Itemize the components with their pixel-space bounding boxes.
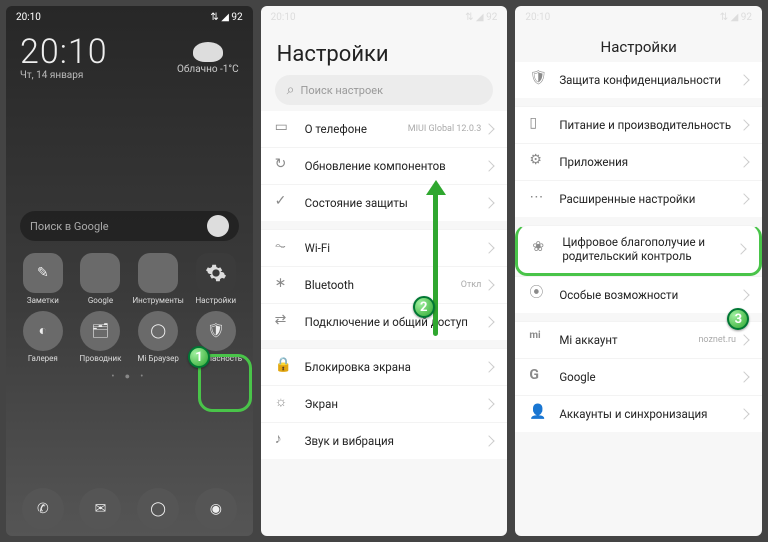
chevron-right-icon xyxy=(484,435,495,446)
chevron-right-icon xyxy=(484,279,495,290)
accessibility-icon: ⦿ xyxy=(529,286,547,304)
search-placeholder: Поиск настроек xyxy=(301,84,384,97)
status-time: 20:10 xyxy=(271,12,296,23)
row-google[interactable]: GGoogle xyxy=(515,358,762,395)
app-gallery[interactable]: ◐Галерея xyxy=(14,311,72,363)
row-accounts-sync[interactable]: 👤Аккаунты и синхронизация xyxy=(515,395,762,432)
wifi-icon: ⏦ xyxy=(275,239,293,257)
chevron-right-icon xyxy=(738,289,749,300)
status-icons: ⇅ ◢ 92 xyxy=(465,12,497,23)
app-grid: ✎Заметки Google Инструменты Настройки ◐Г… xyxy=(6,241,253,367)
user-icon: 👤 xyxy=(529,405,547,423)
sync-icon: ↻ xyxy=(275,157,293,175)
chevron-right-icon xyxy=(735,244,746,255)
app-notes[interactable]: ✎Заметки xyxy=(14,253,72,305)
wellbeing-icon: ❀ xyxy=(532,240,550,258)
row-wifi[interactable]: ⏦Wi-Fi xyxy=(261,229,508,266)
battery-icon: ▯ xyxy=(529,116,547,134)
chevron-right-icon xyxy=(484,242,495,253)
mi-icon: mi xyxy=(529,331,547,349)
app-file-manager[interactable]: 🗂Проводник xyxy=(72,311,130,363)
status-icons: ⇅ ◢ 92 xyxy=(210,12,242,23)
search-icon: ⌕ xyxy=(287,83,295,97)
statusbar: 20:10 ⇅ ◢ 92 xyxy=(515,6,762,28)
dock-browser[interactable]: ◯ xyxy=(137,488,179,530)
row-accessibility[interactable]: ⦿Особые возможности xyxy=(515,276,762,313)
settings-search[interactable]: ⌕ Поиск настроек xyxy=(275,75,494,105)
settings-list: ▭О телефонеMIUI Global 12.0.3 ↻Обновлени… xyxy=(261,111,508,536)
page-title: Настройки xyxy=(261,28,508,75)
dock-messages[interactable]: ✉ xyxy=(79,488,121,530)
step-badge-2: 2 xyxy=(413,296,435,318)
chevron-right-icon xyxy=(484,123,495,134)
speaker-icon: ♪ xyxy=(275,432,293,450)
mic-icon[interactable] xyxy=(207,215,229,237)
lock-icon: 🔒 xyxy=(275,358,293,376)
shield-icon: 🛡 xyxy=(529,71,547,89)
app-tools-folder[interactable]: Инструменты xyxy=(129,253,187,305)
share-icon: ⇄ xyxy=(275,313,293,331)
apps-icon: ⚙ xyxy=(529,153,547,171)
page-title: Настройки xyxy=(515,28,762,62)
statusbar: 20:10 ⇅ ◢ 92 xyxy=(6,6,253,28)
row-lock-screen[interactable]: 🔒Блокировка экрана xyxy=(261,348,508,385)
row-digital-wellbeing[interactable]: ❀Цифровое благополучие и родительский ко… xyxy=(515,225,762,276)
chevron-right-icon xyxy=(484,398,495,409)
google-search-bar[interactable]: Поиск в Google xyxy=(20,211,239,241)
settings-list: 🛡Защита конфиденциальности ▯Питание и пр… xyxy=(515,62,762,536)
chevron-right-icon xyxy=(484,316,495,327)
row-display[interactable]: ☼Экран xyxy=(261,385,508,422)
gear-icon xyxy=(196,253,236,293)
sun-icon: ☼ xyxy=(275,395,293,413)
chevron-right-icon xyxy=(738,408,749,419)
dock: ✆ ✉ ◯ ◉ xyxy=(6,488,253,530)
app-mi-browser[interactable]: ◯Mi Браузер xyxy=(129,311,187,363)
row-apps[interactable]: ⚙Приложения xyxy=(515,143,762,180)
cloud-icon xyxy=(193,42,223,62)
row-battery[interactable]: ▯Питание и производительность xyxy=(515,106,762,143)
row-mi-account[interactable]: miMi аккаунтnoznet.ru xyxy=(515,321,762,358)
row-about-phone[interactable]: ▭О телефонеMIUI Global 12.0.3 xyxy=(261,111,508,147)
chevron-right-icon xyxy=(484,361,495,372)
row-connection-sharing[interactable]: ⇄Подключение и общий доступ xyxy=(261,303,508,340)
row-additional-settings[interactable]: ⋯Расширенные настройки xyxy=(515,180,762,217)
app-google-folder[interactable]: Google xyxy=(72,253,130,305)
chevron-right-icon xyxy=(738,371,749,382)
phone-icon: ▭ xyxy=(275,120,293,138)
chevron-right-icon xyxy=(484,160,495,171)
status-time: 20:10 xyxy=(525,12,550,23)
chevron-right-icon xyxy=(738,334,749,345)
panel-settings-scrolled: 20:10 ⇅ ◢ 92 Настройки 🛡Защита конфиденц… xyxy=(515,6,762,536)
dock-phone[interactable]: ✆ xyxy=(22,488,64,530)
dock-camera[interactable]: ◉ xyxy=(195,488,237,530)
shield-icon: ✓ xyxy=(275,194,293,212)
panel-settings-top: 20:10 ⇅ ◢ 92 Настройки ⌕ Поиск настроек … xyxy=(261,6,508,536)
chevron-right-icon xyxy=(738,156,749,167)
row-bluetooth[interactable]: ∗BluetoothОткл xyxy=(261,266,508,303)
chevron-right-icon xyxy=(738,193,749,204)
google-icon: G xyxy=(529,368,547,386)
search-placeholder: Поиск в Google xyxy=(30,220,109,233)
status-icons: ⇅ ◢ 92 xyxy=(720,12,752,23)
statusbar: 20:10 ⇅ ◢ 92 xyxy=(261,6,508,28)
bluetooth-icon: ∗ xyxy=(275,276,293,294)
step-badge-1: 1 xyxy=(188,346,210,368)
chevron-right-icon xyxy=(484,197,495,208)
weather-widget[interactable]: Облачно -1°C xyxy=(177,42,239,75)
row-security-status[interactable]: ✓Состояние защиты xyxy=(261,184,508,221)
row-privacy[interactable]: 🛡Защита конфиденциальности xyxy=(515,62,762,98)
more-icon: ⋯ xyxy=(529,190,547,208)
chevron-right-icon xyxy=(738,74,749,85)
app-settings[interactable]: Настройки xyxy=(187,253,245,305)
panel-home: 20:10 ⇅ ◢ 92 20:10 Чт, 14 января Облачно… xyxy=(6,6,253,536)
status-time: 20:10 xyxy=(16,12,41,23)
row-component-update[interactable]: ↻Обновление компонентов xyxy=(261,147,508,184)
row-sound[interactable]: ♪Звук и вибрация xyxy=(261,422,508,459)
chevron-right-icon xyxy=(738,119,749,130)
